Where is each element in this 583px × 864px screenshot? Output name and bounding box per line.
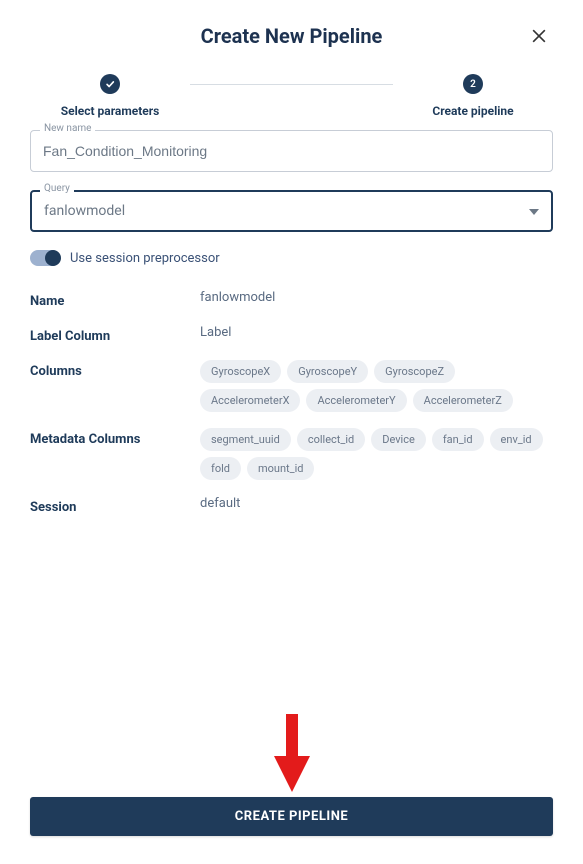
query-field: Query fanlowmodel: [30, 190, 553, 232]
step1-circle: [100, 74, 120, 94]
newname-legend: New name: [40, 123, 95, 134]
row-session-value: default: [200, 496, 553, 511]
session-preprocessor-toggle[interactable]: [30, 250, 60, 266]
metadata-chip: mount_id: [247, 457, 315, 480]
step2-circle: 2: [463, 74, 483, 94]
metadata-chip: fold: [200, 457, 241, 480]
stepper: Select parameters 2 Create pipeline: [30, 74, 553, 118]
step-connector: [190, 84, 393, 85]
row-metadata-label: Metadata Columns: [30, 428, 200, 447]
dialog-title: Create New Pipeline: [201, 24, 383, 48]
session-preprocessor-label: Use session preprocessor: [70, 251, 220, 266]
step1-label: Select parameters: [61, 104, 160, 118]
query-select[interactable]: fanlowmodel: [30, 190, 553, 232]
query-value: fanlowmodel: [44, 203, 125, 219]
row-name-label: Name: [30, 290, 200, 309]
row-columns-label: Columns: [30, 360, 200, 379]
row-labelcol-label: Label Column: [30, 325, 200, 344]
column-chip: GyroscopeY: [287, 360, 368, 383]
row-labelcol-value: Label: [200, 325, 553, 340]
query-legend: Query: [40, 183, 74, 194]
newname-input[interactable]: [30, 130, 553, 172]
column-chip: GyroscopeX: [200, 360, 281, 383]
column-chip: AccelerometerY: [306, 389, 406, 412]
column-chip: AccelerometerX: [200, 389, 300, 412]
metadata-chip: segment_uuid: [200, 428, 291, 451]
column-chip: AccelerometerZ: [413, 389, 513, 412]
toggle-knob: [45, 250, 61, 266]
metadata-chip: env_id: [490, 428, 543, 451]
row-name-value: fanlowmodel: [200, 290, 553, 305]
chevron-down-icon: [529, 203, 539, 219]
row-session-label: Session: [30, 496, 200, 515]
columns-chips: GyroscopeX GyroscopeY GyroscopeZ Accelerome…: [200, 360, 553, 412]
create-pipeline-button[interactable]: CREATE PIPELINE: [30, 797, 553, 836]
newname-field: New name: [30, 130, 553, 172]
annotation-arrow-icon: [272, 714, 312, 794]
step2-label: Create pipeline: [432, 104, 513, 118]
column-chip: GyroscopeZ: [374, 360, 455, 383]
metadata-chip: collect_id: [297, 428, 365, 451]
close-icon[interactable]: [529, 26, 553, 50]
metadata-chips: segment_uuid collect_id Device fan_id env_id…: [200, 428, 553, 480]
metadata-chip: fan_id: [432, 428, 484, 451]
metadata-chip: Device: [371, 428, 426, 451]
